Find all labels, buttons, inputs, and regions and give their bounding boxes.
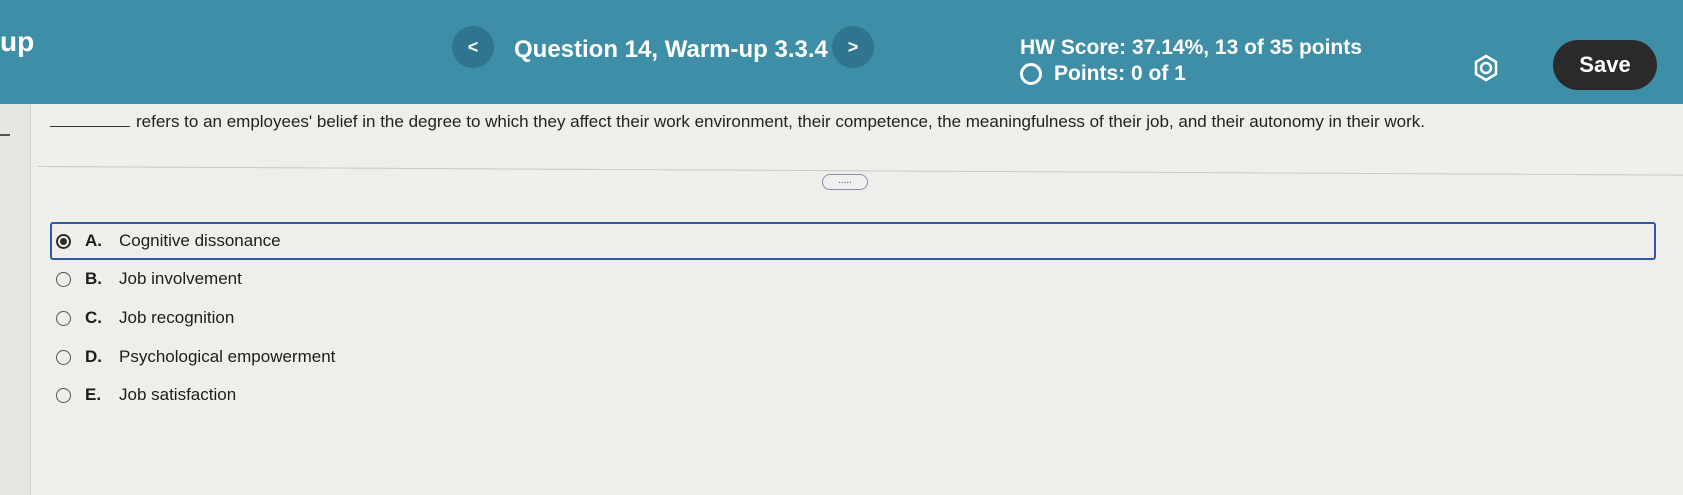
sidebar-edge-mark: [0, 134, 10, 136]
app-title-fragment: up: [0, 26, 35, 57]
gear-icon: [1474, 54, 1498, 82]
question-title: Question 14, Warm-up 3.3.4: [514, 36, 828, 63]
points-status: Points: 0 of 1: [1020, 62, 1186, 86]
expand-more-button[interactable]: .....: [822, 174, 868, 190]
option-b[interactable]: B. Job involvement: [52, 260, 1652, 298]
previous-question-button[interactable]: <: [452, 26, 494, 68]
chevron-left-icon: <: [467, 36, 479, 57]
save-button[interactable]: Save: [1553, 40, 1657, 90]
option-a[interactable]: A. Cognitive dissonance: [50, 222, 1656, 260]
option-label: Psychological empowerment: [119, 347, 336, 366]
points-text: Points: 0 of 1: [1054, 62, 1186, 85]
status-circle-icon: [1020, 63, 1042, 85]
chevron-right-icon: >: [847, 36, 859, 57]
radio-icon[interactable]: [56, 310, 71, 326]
option-e[interactable]: E. Job satisfaction: [52, 376, 1652, 414]
option-letter: D.: [85, 347, 102, 366]
option-label: Cognitive dissonance: [119, 231, 281, 250]
option-letter: E.: [85, 385, 102, 404]
option-label: Job involvement: [119, 269, 242, 288]
option-c[interactable]: C. Job recognition: [52, 299, 1652, 337]
question-body: refers to an employees' belief in the de…: [136, 112, 1426, 131]
question-text: refers to an employees' belief in the de…: [50, 112, 1425, 132]
option-letter: A.: [85, 231, 102, 250]
settings-button[interactable]: [1470, 52, 1502, 84]
option-d[interactable]: D. Psychological empowerment: [52, 338, 1652, 376]
option-label: Job recognition: [119, 308, 235, 327]
hw-score: HW Score: 37.14%, 13 of 35 points: [1020, 36, 1362, 59]
header-bar: up < Question 14, Warm-up 3.3.4 > HW Sco…: [0, 0, 1683, 104]
option-letter: C.: [85, 308, 102, 327]
answer-blank: [50, 126, 130, 127]
option-label: Job satisfaction: [119, 385, 237, 404]
option-letter: B.: [85, 269, 102, 288]
radio-icon[interactable]: [56, 387, 71, 403]
radio-icon[interactable]: [56, 271, 71, 287]
next-question-button[interactable]: >: [832, 26, 874, 68]
radio-selected-icon[interactable]: [56, 233, 71, 249]
radio-icon[interactable]: [56, 349, 71, 365]
